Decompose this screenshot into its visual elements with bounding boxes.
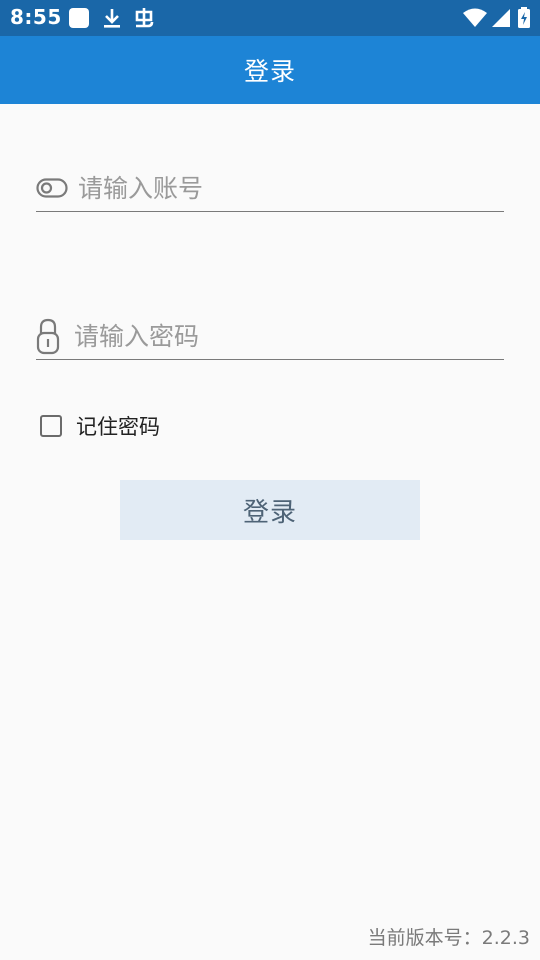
password-input[interactable]: [74, 315, 474, 357]
bug-icon: [135, 8, 154, 28]
remember-password-checkbox[interactable]: [40, 415, 62, 437]
battery-icon: [518, 7, 530, 28]
remember-password-label[interactable]: 记住密码: [76, 411, 160, 441]
account-field: [36, 167, 504, 212]
wifi-icon: [463, 8, 487, 27]
remember-password-row[interactable]: 记住密码: [40, 411, 160, 441]
password-field: [36, 315, 504, 360]
notification-square-icon: [69, 8, 89, 28]
status-bar: 8:55: [0, 0, 540, 36]
account-toggle-icon: [36, 178, 68, 198]
page-title: 登录: [243, 57, 296, 86]
app-bar: 登录: [0, 36, 540, 104]
lock-icon: [36, 318, 60, 355]
signal-icon: [492, 9, 510, 27]
login-screen: 8:55 登录 请输入账号 记住密码 登录 当前版本号：2.2.3: [0, 0, 540, 960]
download-icon: [104, 9, 120, 28]
status-time: 8:55: [10, 5, 62, 29]
version-label: 当前版本号：2.2.3: [367, 927, 530, 949]
login-button[interactable]: 登录: [120, 480, 420, 540]
account-input[interactable]: [78, 167, 478, 209]
